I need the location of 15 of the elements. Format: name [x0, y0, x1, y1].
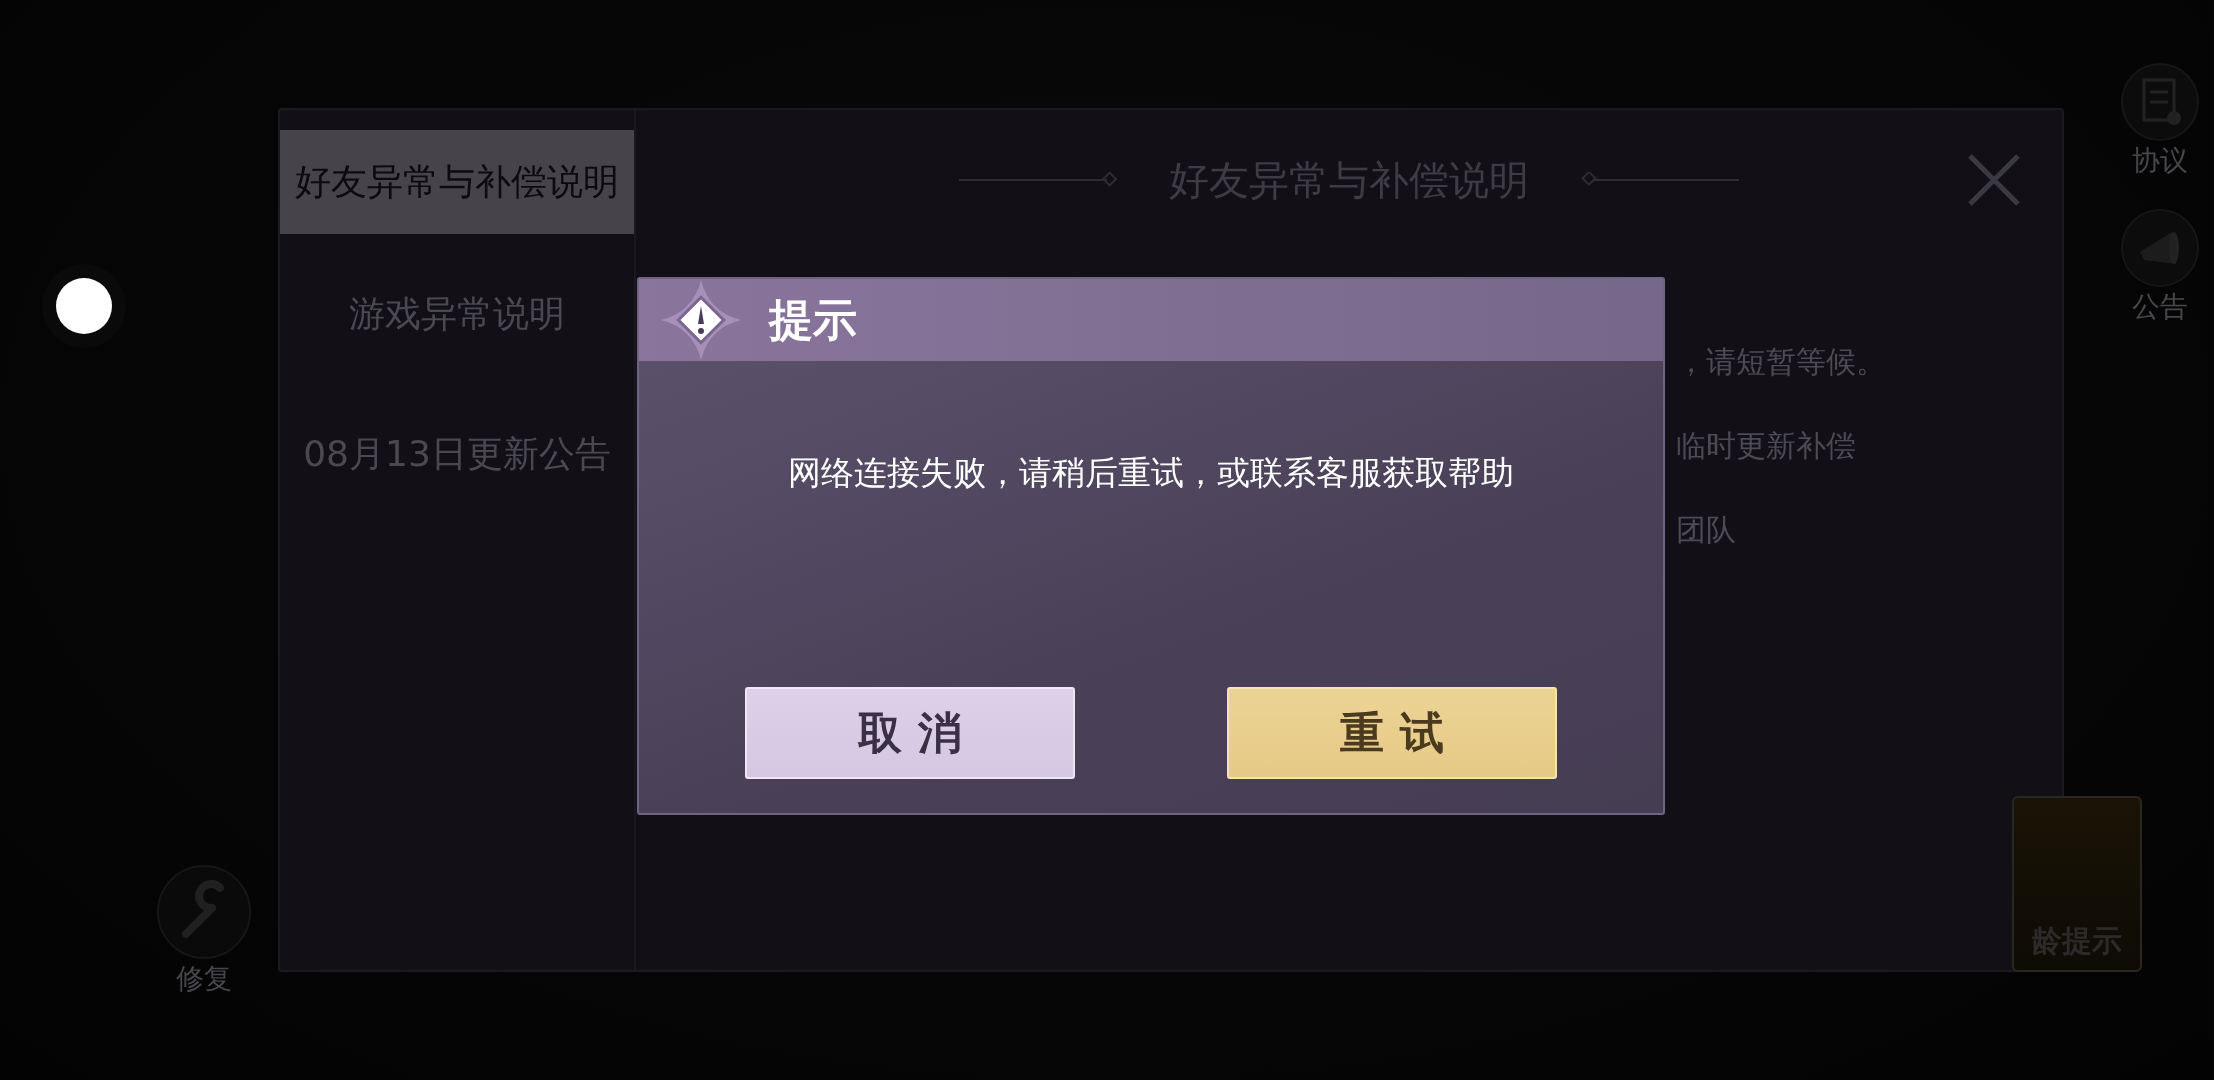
repair-label[interactable]: 修复 [176, 960, 232, 998]
sidebar-tab[interactable]: 好友异常与补偿说明 [280, 130, 634, 234]
dialog-title: 提示 [769, 292, 857, 347]
cancel-button[interactable]: 取 消 [745, 687, 1075, 779]
side-button-label[interactable]: 协议 [2132, 142, 2188, 180]
notice-text: ，请短暂等候。 [1676, 343, 1887, 381]
notice-text: 团队 [1676, 511, 1737, 549]
megaphone-icon [2120, 208, 2200, 288]
document-icon [2120, 62, 2200, 142]
sidebar-tab[interactable]: 游戏异常说明 [280, 262, 634, 366]
dialog-message: 网络连接失败，请稍后重试，或联系客服获取帮助 [787, 452, 1515, 494]
sidebar-tab[interactable]: 08月13日更新公告 [280, 402, 634, 506]
notice-text: 临时更新补偿 [1676, 427, 1857, 465]
side-button-label[interactable]: 公告 [2132, 288, 2188, 326]
retry-button[interactable]: 重 试 [1227, 687, 1557, 779]
